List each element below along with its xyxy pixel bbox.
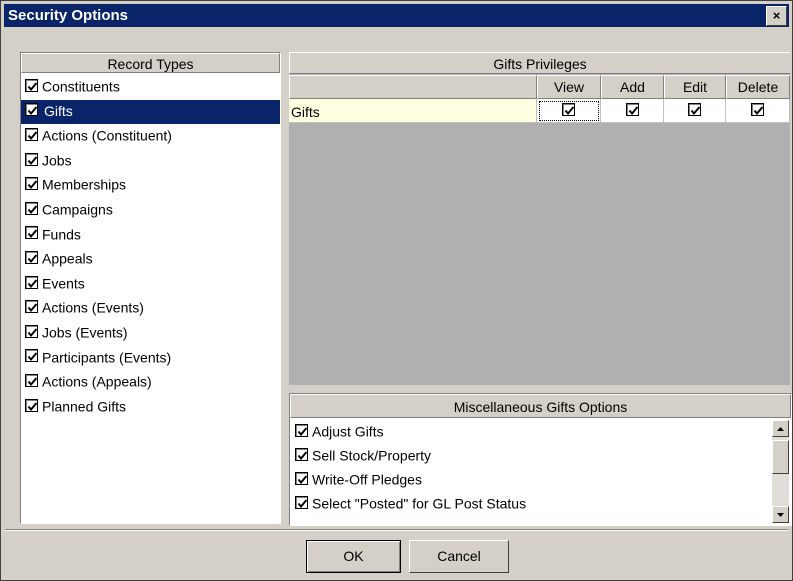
ok-button[interactable]: OK [306, 540, 401, 573]
misc-option-checkbox[interactable] [295, 471, 308, 485]
misc-option-item[interactable]: Write-Off Pledges [292, 468, 771, 492]
record-type-item[interactable]: Planned Gifts [21, 395, 280, 420]
record-type-checkbox[interactable] [25, 103, 38, 117]
record-type-checkbox[interactable] [25, 226, 38, 240]
record-type-checkbox[interactable] [25, 201, 38, 215]
title-bar[interactable]: Security Options × [4, 4, 789, 27]
misc-option-item[interactable]: Adjust Gifts [292, 420, 771, 444]
record-type-checkbox[interactable] [25, 177, 38, 191]
record-type-item[interactable]: Constituents [21, 75, 280, 100]
record-type-item[interactable]: Actions (Constituent) [21, 124, 280, 149]
record-type-item[interactable]: Appeals [21, 247, 280, 272]
record-type-label: Actions (Appeals) [42, 373, 152, 390]
record-type-label: Campaigns [42, 201, 113, 218]
record-type-checkbox[interactable] [25, 324, 38, 338]
record-type-label: Gifts [42, 102, 77, 119]
privilege-column-header[interactable]: View [537, 75, 601, 99]
misc-option-item[interactable]: Select "Posted" for GL Post Status [292, 492, 771, 516]
record-type-checkbox[interactable] [25, 127, 38, 141]
record-type-item[interactable]: Funds [21, 223, 280, 248]
privilege-checkbox[interactable] [625, 103, 639, 116]
record-type-checkbox[interactable] [25, 300, 38, 314]
privilege-row-label: Gifts [289, 99, 537, 123]
record-type-item[interactable]: Events [21, 272, 280, 297]
record-type-checkbox[interactable] [25, 78, 38, 92]
arrow-up-icon [777, 427, 784, 431]
privileges-rows: Gifts [289, 99, 790, 123]
record-type-label: Events [42, 275, 85, 292]
record-type-checkbox[interactable] [25, 275, 38, 289]
record-type-item[interactable]: Jobs (Events) [21, 321, 280, 346]
row-header-blank [289, 75, 537, 99]
misc-options-list: Adjust Gifts Sell Stock/Property Write-Off… [292, 420, 771, 523]
record-type-label: Appeals [42, 250, 93, 267]
privilege-checkbox[interactable] [751, 103, 764, 116]
record-type-checkbox[interactable] [25, 349, 38, 363]
gifts-privileges-panel: Gifts Privileges View Add Edit Delete Gifts [289, 52, 790, 385]
privilege-cell[interactable] [601, 99, 664, 123]
record-type-checkbox[interactable] [25, 250, 38, 264]
misc-option-label: Select "Posted" for GL Post Status [312, 495, 527, 512]
close-button[interactable]: × [766, 6, 787, 26]
privilege-column-header[interactable]: Edit [664, 75, 726, 99]
arrow-down-icon [777, 513, 784, 517]
record-type-item[interactable]: Gifts [21, 99, 280, 125]
misc-options-header: Miscellaneous Gifts Options [290, 394, 791, 418]
record-type-checkbox[interactable] [25, 373, 38, 387]
privilege-checkbox[interactable] [562, 103, 575, 116]
privilege-column-header[interactable]: Add [601, 75, 664, 99]
record-type-item[interactable]: Jobs [21, 149, 280, 174]
record-type-item[interactable]: Actions (Events) [21, 296, 280, 321]
privileges-header: Gifts Privileges [289, 52, 790, 74]
record-type-label: Memberships [42, 176, 127, 193]
footer-divider [5, 529, 788, 531]
privilege-checkbox[interactable] [688, 103, 701, 116]
record-types-list: Constituents Gifts Actions (Constituent) Jo… [21, 75, 280, 419]
privileges-grid: Gifts Privileges View Add Edit Delete Gifts [289, 52, 790, 385]
record-type-label: Funds [42, 225, 81, 242]
privilege-column-header[interactable]: Delete [726, 75, 790, 99]
record-types-header[interactable]: Record Types [21, 53, 280, 73]
misc-option-label: Adjust Gifts [312, 423, 384, 440]
record-type-checkbox[interactable] [25, 152, 38, 166]
record-type-item[interactable]: Memberships [21, 173, 280, 198]
cancel-button[interactable]: Cancel [409, 540, 509, 573]
scroll-down-button[interactable] [772, 506, 789, 523]
window-title: Security Options [8, 7, 129, 24]
misc-option-label: Sell Stock/Property [312, 447, 432, 464]
misc-option-checkbox[interactable] [295, 423, 308, 437]
record-type-label: Jobs [42, 152, 72, 169]
record-type-item[interactable]: Campaigns [21, 198, 280, 223]
security-options-dialog: Security Options × Record Types Constitu… [0, 0, 793, 581]
record-type-label: Actions (Events) [42, 299, 144, 316]
record-type-label: Jobs (Events) [42, 324, 128, 341]
misc-option-checkbox[interactable] [295, 495, 308, 509]
misc-scrollbar[interactable] [772, 420, 789, 523]
misc-option-label: Write-Off Pledges [312, 471, 422, 488]
privilege-cell[interactable] [664, 99, 726, 123]
record-type-label: Participants (Events) [42, 348, 172, 365]
record-type-label: Actions (Constituent) [42, 127, 172, 144]
record-types-panel: Record Types Constituents Gifts Actions (C… [20, 52, 281, 524]
privilege-cell[interactable] [726, 99, 790, 123]
scroll-up-button[interactable] [772, 420, 789, 437]
record-type-item[interactable]: Participants (Events) [21, 346, 280, 371]
record-type-item[interactable]: Actions (Appeals) [21, 370, 280, 395]
scroll-thumb[interactable] [772, 440, 789, 474]
misc-option-checkbox[interactable] [295, 447, 308, 461]
misc-options-panel: Miscellaneous Gifts Options Adjust Gifts… [289, 393, 792, 526]
misc-option-item[interactable]: Sell Stock/Property [292, 444, 771, 468]
record-type-label: Planned Gifts [42, 398, 127, 415]
close-icon: × [772, 8, 781, 23]
record-type-checkbox[interactable] [25, 398, 38, 412]
record-type-label: Constituents [42, 78, 120, 95]
privilege-cell[interactable] [537, 99, 601, 123]
